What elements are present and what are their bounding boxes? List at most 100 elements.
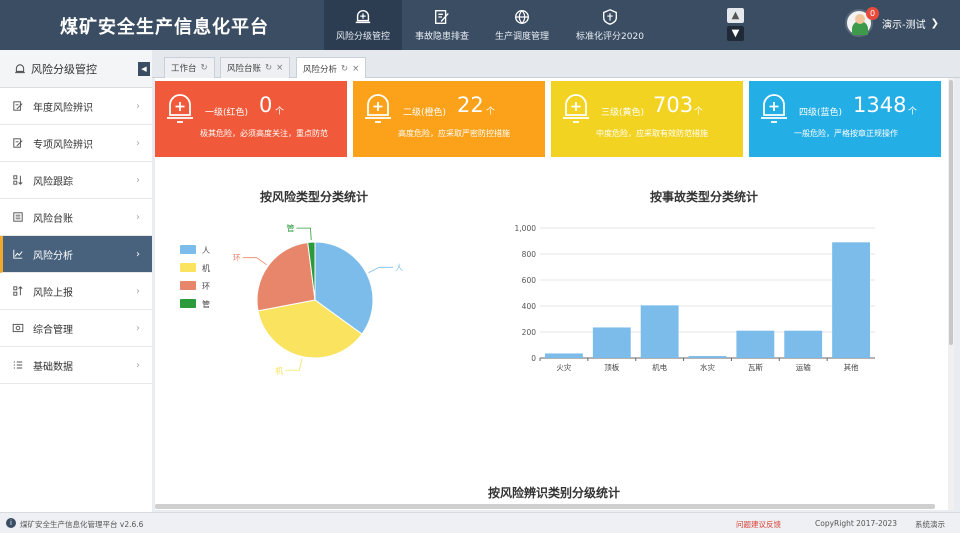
pie-label-line — [368, 266, 394, 274]
nav-risk-control[interactable]: 风险分级管控 — [324, 0, 402, 50]
sidebar-item-risk-analysis[interactable]: 风险分析 › — [0, 236, 152, 273]
alarm-bell-icon — [365, 94, 391, 123]
card-count: 0 — [259, 93, 273, 117]
x-tick-label: 瓦斯 — [748, 362, 763, 372]
settings-panel-icon — [12, 323, 24, 333]
sidebar-item-label: 综合管理 — [33, 324, 73, 336]
sidebar-item-annual-risk[interactable]: 年度风险辨识 › — [0, 88, 152, 125]
close-icon[interactable]: × — [352, 64, 359, 74]
edit-document-icon — [435, 10, 449, 24]
user-name[interactable]: 演示-测试 — [882, 16, 926, 31]
tab-bar: 工作台 ↻ 风险台账 ↻ × 风险分析 ↻ × — [152, 50, 960, 79]
accident-type-bar-chart[interactable]: 0 200 400 600 800 1,000 火灾 顶板 机电 水灾 瓦斯 运输 其他 — [490, 218, 890, 383]
sidebar-collapse-button[interactable]: ◀ — [138, 62, 150, 76]
risk-card-level-1[interactable]: 一级(红色) 0 个 极其危险，必须高度关注，重点防范 — [155, 81, 347, 157]
card-unit: 个 — [908, 107, 918, 117]
card-description: 一般危险，严格按章正规操作 — [794, 129, 898, 138]
chevron-right-icon: › — [136, 211, 140, 223]
chevron-right-icon: › — [136, 174, 140, 186]
risk-card-level-2[interactable]: 二级(橙色) 22 个 高度危险，应采取严密防控措施 — [353, 81, 545, 157]
card-unit: 个 — [694, 107, 704, 117]
sidebar-item-label: 风险上报 — [33, 287, 73, 299]
sidebar-item-risk-report[interactable]: 风险上报 › — [0, 273, 152, 310]
chevron-down-icon[interactable]: ❯ — [931, 18, 939, 29]
bar — [688, 356, 727, 358]
vertical-scrollbar[interactable] — [948, 78, 954, 510]
refresh-icon[interactable]: ↻ — [341, 64, 348, 74]
sidebar-item-general-management[interactable]: 综合管理 › — [0, 310, 152, 347]
list-box-icon — [13, 212, 23, 222]
risk-card-level-3[interactable]: 三级(黄色) 703 个 中度危险，应采取有效防范措施 — [551, 81, 743, 157]
pie-slice-label: 人 — [395, 263, 403, 272]
bar-chart-title: 按事故类型分类统计 — [650, 190, 759, 204]
user-menu[interactable]: 0 演示-测试 ❯ — [845, 7, 939, 37]
legend-label: 环 — [202, 282, 210, 291]
nav-dispatch[interactable]: 生产调度管理 — [482, 0, 562, 50]
app-title: 煤矿安全生产信息化平台 — [60, 17, 269, 38]
card-description: 高度危险，应采取严密防控措施 — [398, 129, 510, 138]
pie-slice-label: 管 — [286, 223, 294, 233]
refresh-icon[interactable]: ↻ — [265, 63, 272, 73]
x-tick-label: 运输 — [796, 362, 811, 372]
notification-badge[interactable]: 0 — [866, 7, 879, 20]
card-description: 极其危险，必须高度关注，重点防范 — [200, 129, 328, 138]
avatar[interactable]: 0 — [845, 7, 879, 37]
pie-label-line — [242, 257, 267, 266]
nav-hazard-check[interactable]: 事故隐患排查 — [402, 0, 482, 50]
card-description: 中度危险，应采取有效防范措施 — [596, 129, 708, 138]
sidebar-title: 风险分级管控 — [31, 62, 97, 76]
nav-standardization[interactable]: 标准化评分2020 — [562, 0, 658, 50]
alarm-bell-icon — [563, 94, 589, 123]
edit-document-icon — [13, 101, 23, 111]
version-text: 煤矿安全生产信息化管理平台 v2.6.6 — [20, 520, 144, 529]
sidebar-item-base-data[interactable]: 基础数据 › — [0, 347, 152, 384]
nav-scroll-down-button[interactable]: ▼ — [727, 26, 744, 41]
nav-label: 事故隐患排查 — [414, 32, 469, 42]
risk-type-pie-chart[interactable]: 人机环管人机环管 — [155, 218, 485, 398]
pie-slice-label: 机 — [275, 365, 283, 375]
close-icon[interactable]: × — [276, 63, 283, 73]
chevron-right-icon: › — [136, 359, 140, 371]
alarm-bell-icon — [355, 10, 371, 24]
scrollbar-thumb[interactable] — [949, 80, 953, 345]
sidebar-item-risk-ledger[interactable]: 风险台账 › — [0, 199, 152, 236]
nav-scroll-up-button[interactable]: ▲ — [727, 8, 744, 23]
nav-label: 标准化评分2020 — [576, 32, 644, 42]
chevron-right-icon: › — [136, 248, 140, 260]
bullet-list-icon — [13, 361, 23, 369]
card-count: 1348 — [853, 93, 907, 117]
chevron-right-icon: › — [136, 322, 140, 334]
tab-label: 风险分析 — [303, 64, 338, 75]
refresh-icon[interactable]: ↻ — [201, 63, 208, 73]
sidebar-item-label: 风险分析 — [33, 250, 73, 262]
bar — [832, 242, 870, 358]
card-title: 三级(黄色) — [601, 108, 645, 118]
sidebar-item-risk-tracking[interactable]: 风险跟踪 › — [0, 162, 152, 199]
chevron-right-icon: › — [136, 285, 140, 297]
nav-label: 生产调度管理 — [494, 32, 549, 42]
chevron-right-icon: › — [136, 137, 140, 149]
horizontal-scrollbar[interactable] — [155, 504, 935, 509]
tab-workbench[interactable]: 工作台 ↻ — [164, 57, 215, 78]
legend-swatch — [180, 245, 196, 254]
risk-card-level-4[interactable]: 四级(蓝色) 1348 个 一般危险，严格按章正规操作 — [749, 81, 941, 157]
status-bar: i 煤矿安全生产信息化管理平台 v2.6.6 问题建议反馈 CopyRight … — [0, 512, 960, 533]
tab-label: 风险台账 — [227, 64, 262, 74]
sort-up-icon — [13, 286, 23, 296]
tab-label: 工作台 — [171, 64, 197, 74]
legend-swatch — [180, 281, 196, 290]
y-tick-label: 800 — [522, 250, 537, 259]
tab-risk-analysis[interactable]: 风险分析 ↻ × — [296, 57, 367, 79]
main-nav: 风险分级管控 事故隐患排查 生产调度管理 标准化评分2020 — [324, 0, 658, 50]
chevron-right-icon: › — [136, 100, 140, 112]
main-content: 一级(红色) 0 个 极其危险，必须高度关注，重点防范 二级(橙色) 22 个 … — [155, 78, 948, 510]
sidebar-item-label: 基础数据 — [33, 361, 73, 373]
pie-slice-label: 环 — [233, 254, 241, 263]
sidebar-item-label: 年度风险辨识 — [33, 102, 93, 114]
feedback-link[interactable]: 问题建议反馈 — [736, 519, 781, 530]
tab-risk-ledger[interactable]: 风险台账 ↻ × — [220, 57, 291, 78]
alarm-bell-icon — [15, 63, 25, 73]
nav-label: 风险分级管控 — [335, 32, 390, 42]
card-title: 一级(红色) — [205, 108, 249, 118]
sidebar-item-special-risk[interactable]: 专项风险辨识 › — [0, 125, 152, 162]
